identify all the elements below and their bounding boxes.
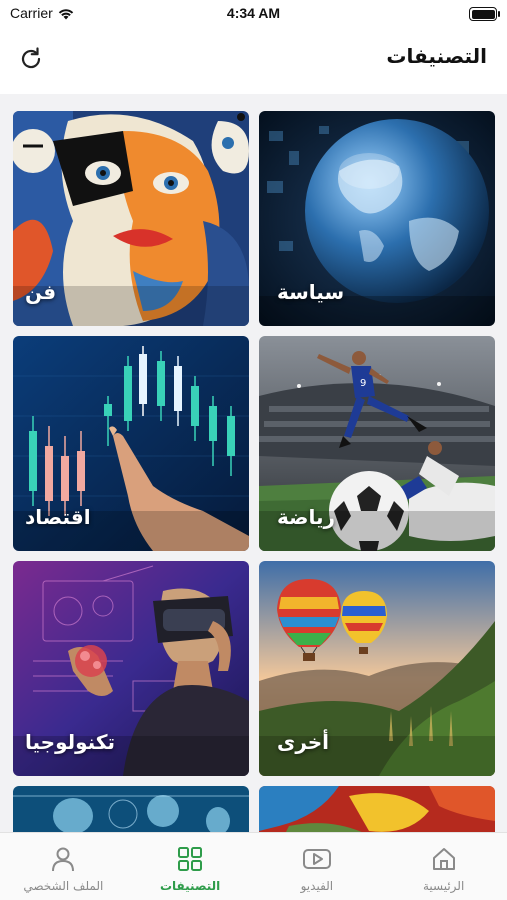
category-card-technology[interactable]: تكنولوجيا [13,561,249,776]
category-label: سياسة [277,280,345,304]
tab-label: الملف الشخصي [23,879,104,893]
tab-label: التصنيفات [159,879,221,893]
category-card-sports[interactable]: 9 رياضة [259,336,495,551]
category-card-art[interactable]: فن [13,111,249,326]
painting-image [259,786,495,832]
svg-text:9: 9 [360,378,366,389]
page-title: التصنيفات [386,44,487,68]
home-icon [432,848,455,870]
category-card-other[interactable]: أخرى [259,561,495,776]
category-label: أخرى [277,730,330,754]
tab-categories[interactable]: التصنيفات [127,833,254,900]
tab-bar: الرئيسية الفيديو التصنيفات الملف الشخصي [0,832,507,900]
category-label: رياضة [277,505,335,529]
category-card-economy[interactable]: اقتصاد [13,336,249,551]
category-card-politics[interactable]: سياسة [259,111,495,326]
tab-profile[interactable]: الملف الشخصي [0,833,127,900]
category-card-partial-left[interactable] [13,786,249,832]
profile-icon [52,847,75,872]
category-label: تكنولوجيا [25,730,115,754]
category-card-partial-right[interactable] [259,786,495,832]
tab-label: الرئيسية [422,879,465,893]
video-icon [302,849,331,869]
category-label: اقتصاد [25,505,91,529]
category-label: فن [25,280,57,304]
tab-home[interactable]: الرئيسية [380,833,507,900]
header: التصنيفات [0,28,507,92]
refresh-button[interactable] [16,44,46,74]
tab-label: الفيديو [300,879,334,893]
refresh-icon [21,47,41,69]
battery-icon [469,7,500,21]
medical-scan-image [13,786,249,832]
tab-video[interactable]: الفيديو [254,833,381,900]
clock: 4:34 AM [226,5,281,21]
categories-content[interactable]: سياسة فن 9 رياضة اقتصاد أخرى تكنولوجيا [0,94,507,832]
status-bar: Carrier 4:34 AM [0,0,507,28]
grid-icon [178,847,203,871]
